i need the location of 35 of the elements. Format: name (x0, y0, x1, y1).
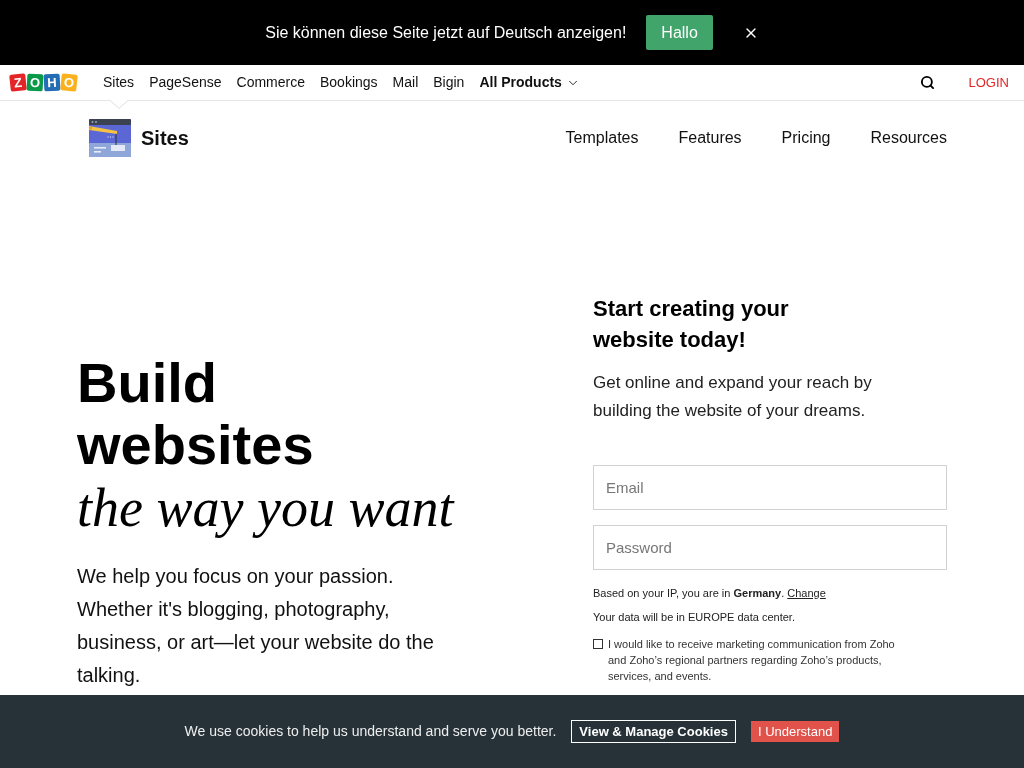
hero-tagline: the way you want (77, 477, 456, 540)
manage-cookies-button[interactable]: View & Manage Cookies (571, 720, 736, 743)
nav-link[interactable]: All Products (479, 72, 580, 93)
nav-link[interactable]: Bigin (433, 72, 465, 93)
input-field[interactable]: Email (593, 465, 947, 510)
signup-subtitle: Get online and expand your reach by building the website of your dreams. (593, 372, 873, 422)
product-nav-link[interactable]: Pricing (781, 126, 831, 150)
change-link[interactable]: Change (787, 587, 826, 599)
nav-link[interactable]: PageSense (149, 72, 222, 93)
logo-letter-tile[interactable]: O (26, 73, 44, 92)
banner-message: Sie können diese Seite jetzt auf Deutsch anzeigen! (265, 22, 627, 43)
search-icon (919, 75, 935, 90)
nav-link[interactable]: Commerce (236, 72, 305, 93)
browser-window-icon (89, 119, 131, 157)
product-nav-link[interactable]: Features (678, 126, 742, 150)
hero-headline: Build websites (77, 352, 315, 476)
signup-title: Start creating your website today! (593, 295, 790, 354)
location-note: Based on your IP, you are in Germany. Change (593, 586, 827, 601)
nav-link[interactable]: Bookings (320, 72, 378, 93)
input-field[interactable]: Password (593, 525, 947, 570)
search-button[interactable] (919, 75, 935, 90)
data-center-note: Your data will be in EUROPE data center. (593, 610, 796, 625)
product-nav-link[interactable]: Resources (870, 126, 947, 150)
nav-link[interactable]: Mail (392, 72, 419, 93)
hero-description: We help you focus on your passion. Whether it's blogging, photography, business, or art—let your website do the talking. (77, 564, 435, 688)
nav-link[interactable]: Sites (103, 72, 135, 93)
product-nav-link[interactable]: Templates (565, 126, 639, 150)
login-link[interactable]: LOGIN (968, 72, 1009, 93)
accept-cookies-button[interactable]: I Understand (750, 721, 840, 742)
product-name: Sites (141, 126, 189, 151)
logo-letter-tile[interactable]: Z (9, 73, 27, 92)
logo-letter-tile[interactable]: H (43, 73, 61, 92)
consent-checkbox[interactable] (593, 639, 603, 649)
cookie-message: We use cookies to help us understand and serve you better. (184, 722, 557, 741)
consent-label: I would like to receive marketing communication from Zoho and Zoho’s regional partners regarding Zoho’s products, services, and events. (608, 637, 896, 684)
